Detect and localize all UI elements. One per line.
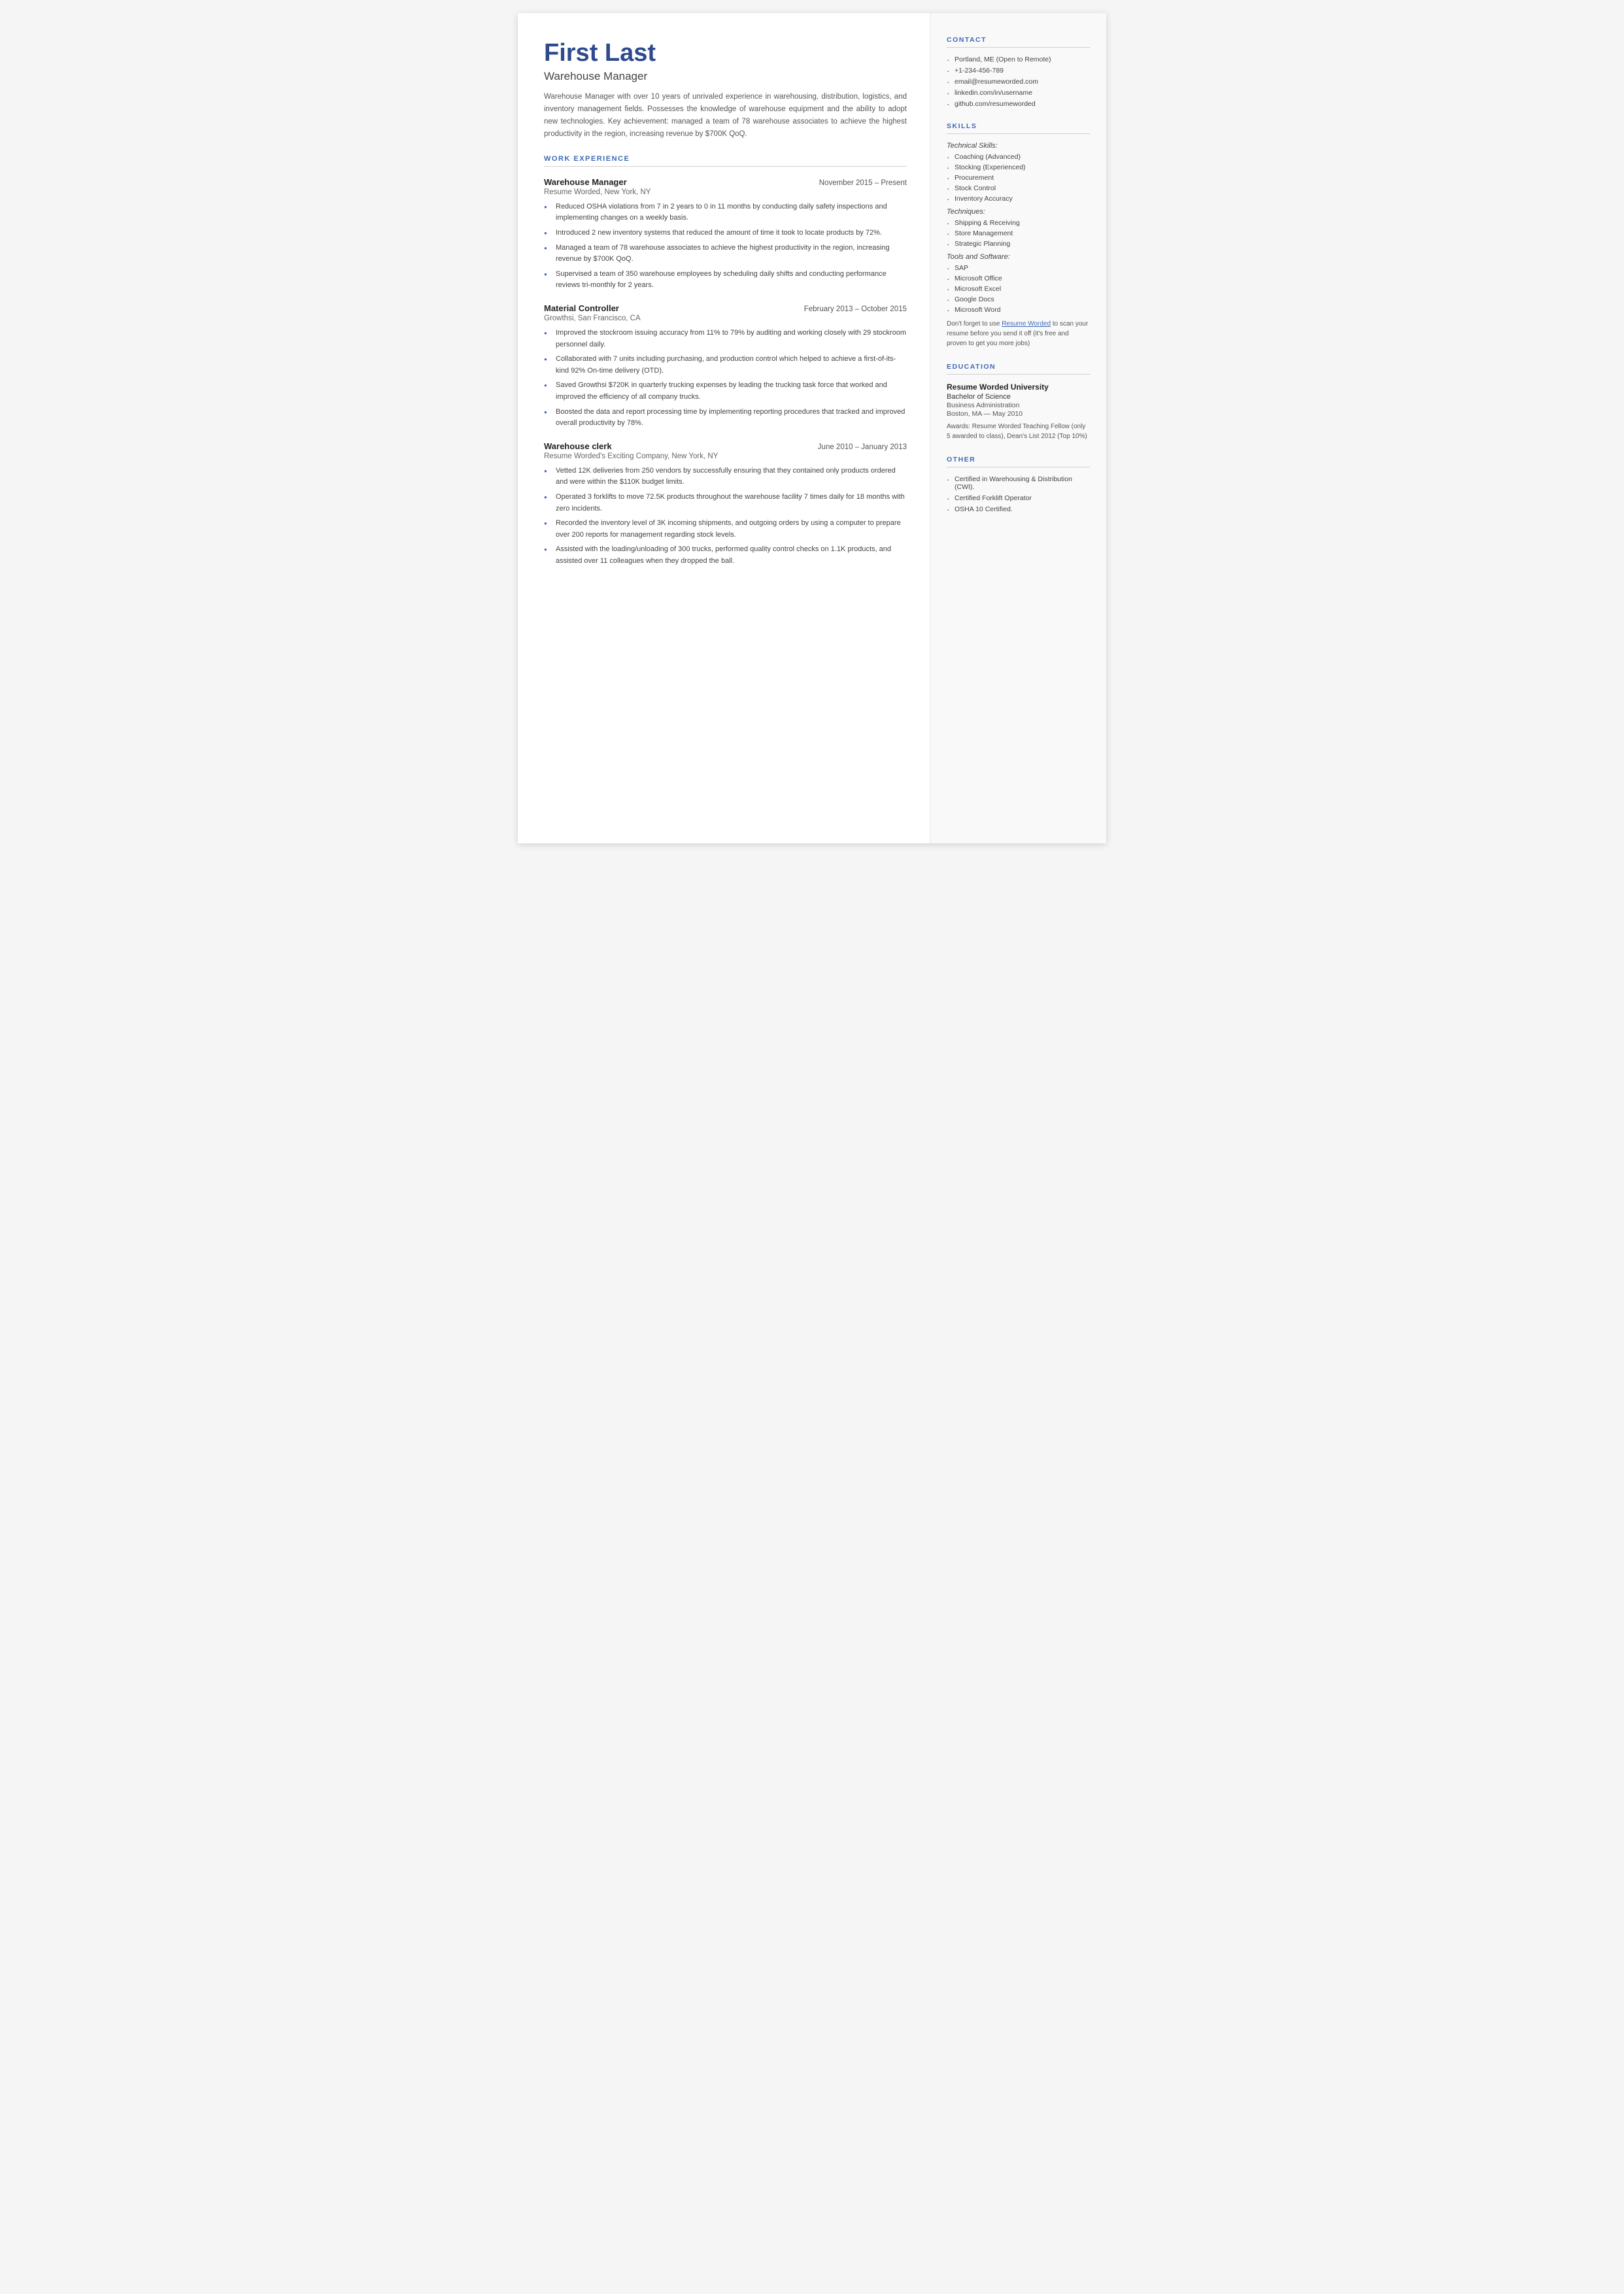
- skill-ms-word: Microsoft Word: [947, 306, 1090, 314]
- edu-location: Boston, MA — May 2010: [947, 410, 1090, 418]
- job-block-2: Material Controller February 2013 – Octo…: [544, 303, 907, 430]
- edu-degree: Bachelor of Science: [947, 393, 1090, 401]
- bullet-1-3: Managed a team of 78 warehouse associate…: [544, 243, 907, 265]
- skills-section: SKILLS Technical Skills: Coaching (Advan…: [947, 122, 1090, 348]
- skill-coaching: Coaching (Advanced): [947, 153, 1090, 161]
- bullet-1-2: Introduced 2 new inventory systems that …: [544, 228, 907, 239]
- skill-stocking: Stocking (Experienced): [947, 163, 1090, 171]
- job-block-1: Warehouse Manager November 2015 – Presen…: [544, 177, 907, 292]
- skills-category-3: Tools and Software:: [947, 253, 1090, 261]
- job-header-3: Warehouse clerk June 2010 – January 2013: [544, 441, 907, 451]
- skill-ms-excel: Microsoft Excel: [947, 285, 1090, 293]
- bullet-3-2: Operated 3 forklifts to move 72.5K produ…: [544, 492, 907, 514]
- job-company-3: Resume Worded's Exciting Company, New Yo…: [544, 452, 907, 460]
- job-dates-2: February 2013 – October 2015: [804, 305, 907, 313]
- edu-school: Resume Worded University: [947, 382, 1090, 392]
- job-title-1: Warehouse Manager: [544, 177, 627, 187]
- resume-page: First Last Warehouse Manager Warehouse M…: [518, 13, 1106, 843]
- skill-procurement: Procurement: [947, 174, 1090, 182]
- skills-category-2: Techniques:: [947, 208, 1090, 216]
- edu-field: Business Administration: [947, 401, 1090, 409]
- skill-strategic-planning: Strategic Planning: [947, 240, 1090, 248]
- other-item-2: Certified Forklift Operator: [947, 494, 1090, 502]
- bullet-2-4: Boosted the data and report processing t…: [544, 407, 907, 430]
- bullet-3-1: Vetted 12K deliveries from 250 vendors b…: [544, 465, 907, 488]
- edu-awards: Awards: Resume Worded Teaching Fellow (o…: [947, 422, 1090, 441]
- skill-google-docs: Google Docs: [947, 295, 1090, 303]
- job-company-1: Resume Worded, New York, NY: [544, 188, 907, 196]
- candidate-name: First Last: [544, 39, 907, 67]
- contact-heading: CONTACT: [947, 36, 1090, 48]
- job-company-2: Growthsi, San Francisco, CA: [544, 314, 907, 322]
- contact-github: github.com/resumeworded: [947, 100, 1090, 108]
- skill-store-management: Store Management: [947, 229, 1090, 237]
- job-block-3: Warehouse clerk June 2010 – January 2013…: [544, 441, 907, 567]
- education-section: EDUCATION Resume Worded University Bache…: [947, 363, 1090, 441]
- skill-ms-office: Microsoft Office: [947, 275, 1090, 282]
- bullet-2-3: Saved Growthsi $720K in quarterly trucki…: [544, 380, 907, 403]
- summary-text: Warehouse Manager with over 10 years of …: [544, 91, 907, 141]
- education-heading: EDUCATION: [947, 363, 1090, 375]
- job-bullets-1: Reduced OSHA violations from 7 in 2 year…: [544, 201, 907, 292]
- job-title-3: Warehouse clerk: [544, 441, 612, 451]
- other-heading: OTHER: [947, 456, 1090, 467]
- other-item-3: OSHA 10 Certified.: [947, 505, 1090, 513]
- job-header-1: Warehouse Manager November 2015 – Presen…: [544, 177, 907, 187]
- skill-inventory-accuracy: Inventory Accuracy: [947, 195, 1090, 203]
- promo-prefix: Don't forget to use: [947, 320, 1002, 328]
- bullet-1-4: Supervised a team of 350 warehouse emplo…: [544, 269, 907, 292]
- left-column: First Last Warehouse Manager Warehouse M…: [518, 13, 930, 843]
- skill-sap: SAP: [947, 264, 1090, 272]
- candidate-title: Warehouse Manager: [544, 70, 907, 83]
- contact-linkedin: linkedin.com/in/username: [947, 89, 1090, 97]
- job-dates-3: June 2010 – January 2013: [818, 443, 907, 451]
- skill-shipping-receiving: Shipping & Receiving: [947, 219, 1090, 227]
- work-experience-heading: WORK EXPERIENCE: [544, 155, 907, 167]
- job-header-2: Material Controller February 2013 – Octo…: [544, 303, 907, 313]
- bullet-2-2: Collaborated with 7 units including purc…: [544, 354, 907, 377]
- contact-section: CONTACT Portland, ME (Open to Remote) +1…: [947, 36, 1090, 108]
- job-bullets-2: Improved the stockroom issuing accuracy …: [544, 328, 907, 430]
- contact-phone: +1-234-456-789: [947, 67, 1090, 75]
- other-section: OTHER Certified in Warehousing & Distrib…: [947, 456, 1090, 513]
- bullet-1-1: Reduced OSHA violations from 7 in 2 year…: [544, 201, 907, 224]
- contact-location: Portland, ME (Open to Remote): [947, 56, 1090, 63]
- job-bullets-3: Vetted 12K deliveries from 250 vendors b…: [544, 465, 907, 567]
- skill-stock-control: Stock Control: [947, 184, 1090, 192]
- promo-text-block: Don't forget to use Resume Worded to sca…: [947, 319, 1090, 348]
- contact-email: email@resumeworded.com: [947, 78, 1090, 86]
- promo-link[interactable]: Resume Worded: [1002, 320, 1051, 328]
- job-dates-1: November 2015 – Present: [819, 179, 907, 187]
- skills-category-1: Technical Skills:: [947, 142, 1090, 150]
- bullet-3-3: Recorded the inventory level of 3K incom…: [544, 518, 907, 541]
- other-item-1: Certified in Warehousing & Distribution …: [947, 475, 1090, 491]
- bullet-3-4: Assisted with the loading/unloading of 3…: [544, 544, 907, 567]
- right-column: CONTACT Portland, ME (Open to Remote) +1…: [930, 13, 1106, 843]
- job-title-2: Material Controller: [544, 303, 619, 313]
- bullet-2-1: Improved the stockroom issuing accuracy …: [544, 328, 907, 350]
- skills-heading: SKILLS: [947, 122, 1090, 134]
